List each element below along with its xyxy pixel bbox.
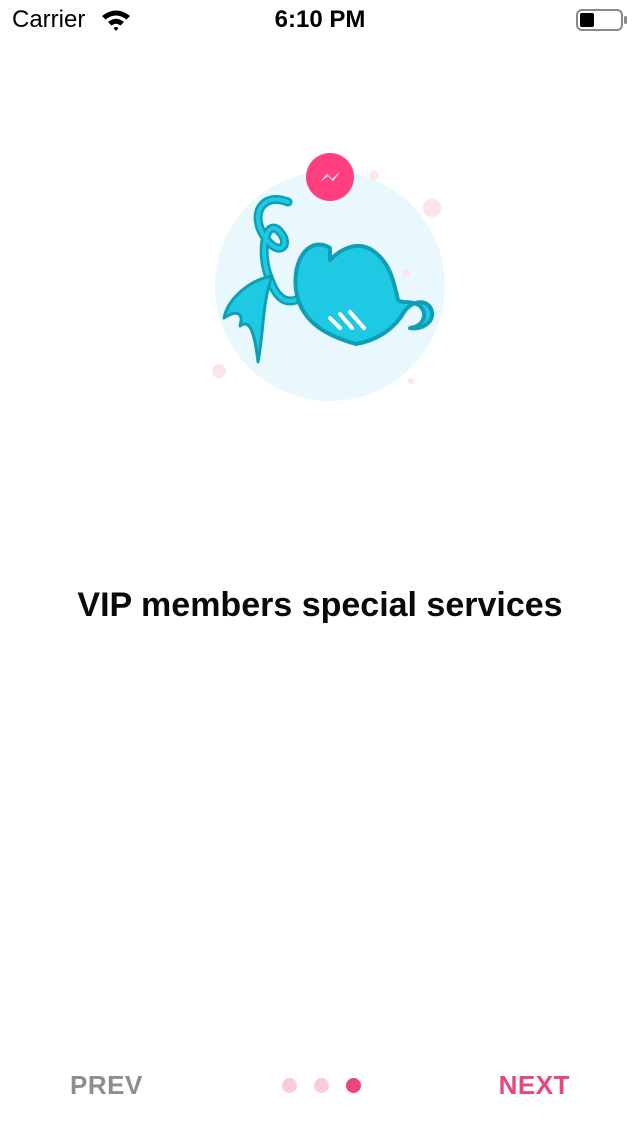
page-dot-2[interactable] <box>314 1078 329 1093</box>
heart-ribbon-icon <box>212 153 445 401</box>
page-dot-1[interactable] <box>282 1078 297 1093</box>
page-indicator[interactable] <box>280 1078 370 1094</box>
onboarding-title: VIP members special services <box>77 586 563 624</box>
status-bar: Carrier 6:10 PM <box>0 0 640 40</box>
vip-heart-illustration <box>200 140 460 440</box>
status-time: 6:10 PM <box>274 6 366 33</box>
next-button[interactable]: NEXT <box>499 1070 570 1101</box>
page-dot-3[interactable] <box>346 1078 361 1093</box>
prev-button[interactable]: PREV <box>70 1070 143 1101</box>
onboarding-footer: PREV NEXT <box>0 1060 640 1116</box>
battery-icon <box>576 9 627 31</box>
